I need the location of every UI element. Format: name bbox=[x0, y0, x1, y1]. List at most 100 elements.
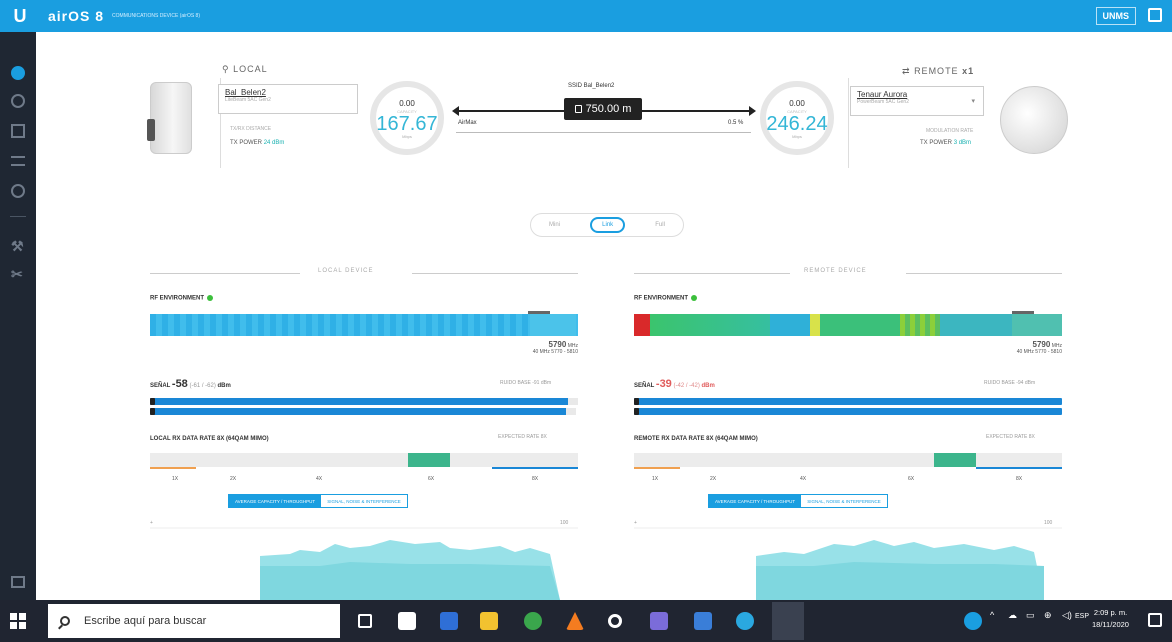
remote-signal-label: SEÑAL bbox=[634, 383, 655, 389]
toggle-option-link[interactable]: Link bbox=[590, 217, 626, 233]
local-txpower: TX POWER 24 dBm bbox=[230, 140, 284, 146]
local-rate-tick: 6X bbox=[428, 476, 435, 482]
nav-divider bbox=[10, 216, 26, 217]
remote-noise: RUIDO BASE -94 dBm bbox=[984, 380, 1036, 386]
remote-device-select[interactable]: Tenaur Aurora PowerBeam 5AC Gen2 ▾ bbox=[850, 86, 984, 116]
task-view-icon[interactable] bbox=[358, 614, 372, 628]
local-chain0-dot bbox=[150, 398, 155, 405]
language-indicator[interactable]: ESP bbox=[1075, 613, 1089, 620]
terminal-icon[interactable] bbox=[11, 576, 25, 588]
link-distance[interactable]: 750.00 m bbox=[564, 98, 642, 120]
app-icon[interactable] bbox=[694, 612, 712, 630]
mail-icon[interactable] bbox=[440, 612, 458, 630]
local-rf-bar[interactable] bbox=[150, 314, 578, 336]
remote-rf-yellow bbox=[810, 314, 820, 336]
local-tab-signal[interactable]: SIGNAL, NOISE & INTERFERENCE bbox=[321, 495, 407, 507]
settings-icon[interactable] bbox=[11, 184, 25, 198]
remote-dish-image bbox=[1000, 86, 1068, 154]
volume-icon[interactable]: ◁) bbox=[1062, 610, 1072, 621]
store-icon[interactable] bbox=[398, 612, 416, 630]
settings-app-icon[interactable] bbox=[608, 614, 622, 628]
logout-icon[interactable] bbox=[1148, 8, 1162, 22]
local-tab-capacity[interactable]: AVERAGE CAPACITY / THROUGHPUT bbox=[229, 495, 322, 507]
local-rate-bar bbox=[150, 453, 578, 467]
status-dot-icon bbox=[691, 295, 697, 301]
local-rate-tick: 4X bbox=[316, 476, 323, 482]
local-signal-unit: dBm bbox=[217, 383, 231, 389]
dashboard-icon[interactable] bbox=[11, 66, 25, 80]
ubiquiti-logo-icon[interactable]: U bbox=[0, 0, 40, 32]
clock-time: 2:09 p. m. bbox=[1093, 608, 1128, 617]
toggle-option-mini[interactable]: Mini bbox=[543, 219, 566, 231]
local-rate-tick: 8X bbox=[532, 476, 539, 482]
remote-tab-capacity[interactable]: AVERAGE CAPACITY / THROUGHPUT bbox=[709, 495, 802, 507]
local-title: ⚲ LOCAL bbox=[222, 64, 268, 75]
brand-subtitle: COMMUNICATIONS DEVICE (airOS 8) bbox=[112, 13, 200, 19]
unms-button[interactable]: UNMS bbox=[1095, 7, 1136, 25]
local-txpower-label: TX POWER bbox=[230, 140, 263, 146]
local-rate-tick: 1X bbox=[172, 476, 179, 482]
local-gauge-top: 0.00 bbox=[399, 99, 415, 108]
remote-tab-signal[interactable]: SIGNAL, NOISE & INTERFERENCE bbox=[801, 495, 887, 507]
remote-section-title: REMOTE DEVICE bbox=[804, 268, 867, 274]
remote-device-model: PowerBeam 5AC Gen2 bbox=[857, 99, 909, 105]
windows-start-icon[interactable] bbox=[10, 613, 26, 629]
remote-chain0-bar bbox=[634, 398, 1062, 405]
cloud-icon[interactable]: ☁ bbox=[1008, 610, 1017, 621]
local-freq-value: 5790 bbox=[548, 340, 567, 349]
local-rate-highlight bbox=[408, 453, 450, 467]
remote-rate-tick: 1X bbox=[652, 476, 659, 482]
local-rate-tick: 2X bbox=[230, 476, 237, 482]
chrome-icon[interactable] bbox=[524, 612, 542, 630]
chevron-down-icon: ▾ bbox=[971, 98, 975, 105]
remote-capacity-chart bbox=[634, 527, 1062, 600]
weather-icon[interactable] bbox=[964, 612, 982, 630]
battery-icon[interactable]: ▭ bbox=[1026, 610, 1035, 621]
brand-title: airOS 8 bbox=[48, 8, 105, 24]
toggle-option-full[interactable]: Full bbox=[649, 219, 671, 231]
wireless-icon[interactable] bbox=[11, 94, 25, 108]
local-section-line-left bbox=[150, 273, 300, 274]
remote-rf-title-text: RF ENVIRONMENT bbox=[634, 295, 688, 302]
local-rf-fill bbox=[150, 314, 578, 336]
remote-rate-highlight bbox=[934, 453, 976, 467]
active-app-icon[interactable] bbox=[772, 602, 804, 640]
notifications-icon[interactable] bbox=[1148, 613, 1162, 627]
local-signal-chains: (-61 / -62) bbox=[189, 383, 216, 389]
services-icon[interactable] bbox=[11, 156, 25, 166]
side-nav: ⚒ ✂ bbox=[0, 32, 36, 600]
network-tray-icon[interactable]: ⊕ bbox=[1044, 610, 1052, 621]
remote-rate-title: REMOTE RX DATA RATE 8X (64QAM MIMO) bbox=[634, 436, 758, 442]
local-txpower-value: 24 dBm bbox=[263, 140, 285, 146]
remote-rf-green2 bbox=[820, 314, 900, 336]
tray-chevron-icon[interactable]: ^ bbox=[990, 610, 994, 620]
edge-icon[interactable] bbox=[736, 612, 754, 630]
remote-rf-bar[interactable] bbox=[634, 314, 1062, 336]
local-signal: SEÑAL -58 (-61 / -62) dBm bbox=[150, 378, 231, 390]
teams-icon[interactable] bbox=[650, 612, 668, 630]
remote-chart-tabs: AVERAGE CAPACITY / THROUGHPUT SIGNAL, NO… bbox=[708, 494, 888, 508]
tools-icon[interactable]: ⚒ bbox=[11, 238, 24, 255]
link-divider bbox=[456, 132, 751, 133]
status-dot-icon bbox=[207, 295, 213, 301]
local-section-title: LOCAL DEVICE bbox=[318, 268, 374, 274]
vlc-icon[interactable] bbox=[566, 612, 584, 630]
network-tools-icon[interactable]: ✂ bbox=[11, 266, 23, 283]
taskbar-search[interactable]: Escribe aquí para buscar bbox=[48, 604, 340, 638]
remote-txpower: TX POWER 3 dBm bbox=[920, 140, 971, 146]
local-rf-channel-marker bbox=[528, 311, 550, 314]
remote-rate-tick: 6X bbox=[908, 476, 915, 482]
remote-title: ⇄ REMOTE x1 bbox=[902, 66, 974, 77]
file-explorer-icon[interactable] bbox=[480, 612, 498, 630]
local-rate-title: LOCAL RX DATA RATE 8X (64QAM MIMO) bbox=[150, 436, 269, 442]
local-chain1-bar bbox=[150, 408, 568, 415]
local-rf-title: RF ENVIRONMENT bbox=[150, 295, 213, 302]
local-device-select[interactable]: Bal_Belen2 LiteBeam 5AC Gen2 bbox=[218, 84, 358, 114]
link-airtime: 0.5 % bbox=[728, 120, 744, 126]
remote-rf-mixed bbox=[900, 314, 940, 336]
clock[interactable]: 2:09 p. m. 18/11/2020 bbox=[1092, 607, 1129, 631]
network-icon[interactable] bbox=[11, 124, 25, 138]
local-chain1-end bbox=[566, 408, 576, 415]
remote-rate-tick: 4X bbox=[800, 476, 807, 482]
remote-rf-channel bbox=[1012, 314, 1062, 336]
